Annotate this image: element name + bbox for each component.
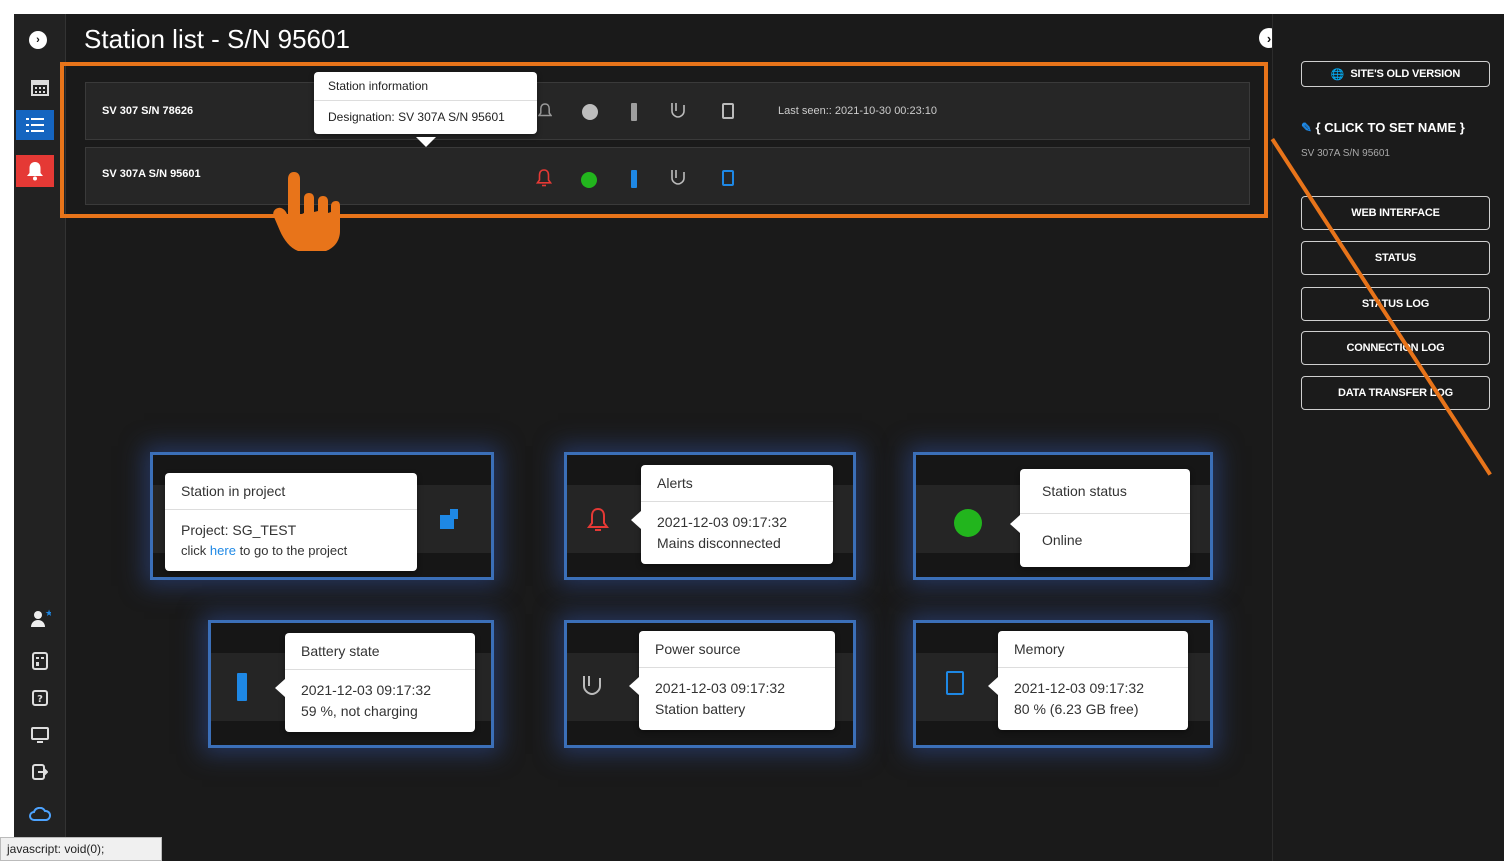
tooltip-arrow <box>416 137 436 147</box>
battery-icon <box>631 170 637 188</box>
svg-text:★: ★ <box>45 609 51 619</box>
status-callout: Station status Online <box>913 452 1213 580</box>
project-hint-rest: to go to the project <box>239 543 348 558</box>
alerts-tooltip: Alerts 2021-12-03 09:17:32 Mains disconn… <box>631 465 833 564</box>
battery-callout: Battery state 2021-12-03 09:17:32 59 %, … <box>208 620 494 748</box>
tooltip-body: 2021-12-03 09:17:32 Mains disconnected <box>641 502 833 564</box>
globe-icon: 🌐 <box>1330 68 1345 81</box>
station-row[interactable]: SV 307 S/N 78626 Last seen:: 2021-10-30 … <box>85 82 1250 140</box>
page-title: Station list - S/N 95601 <box>84 24 350 54</box>
site-serial: SV 307A S/N 95601 <box>1301 148 1390 159</box>
memory-callout: Memory 2021-12-03 09:17:32 80 % (6.23 GB… <box>913 620 1213 748</box>
tooltip-body: 2021-12-03 09:17:32 Station battery <box>639 668 835 730</box>
status-log-button[interactable]: STATUS LOG <box>1301 287 1490 321</box>
memory-time: 2021-12-03 09:17:32 <box>1014 680 1144 696</box>
tooltip-value: SV 307A S/N 95601 <box>398 110 505 124</box>
logout-icon[interactable] <box>14 757 66 787</box>
cloud-icon[interactable] <box>14 799 66 829</box>
browser-status-bar: javascript: void(0); <box>0 837 162 861</box>
pencil-icon: ✎ <box>1301 120 1312 135</box>
project-callout: Station in project Project: SG_TEST clic… <box>150 452 494 580</box>
power-plug-icon <box>671 103 685 118</box>
tooltip-header: Battery state <box>285 633 475 670</box>
calendar-icon[interactable] <box>14 72 66 102</box>
power-plug-icon <box>671 170 685 185</box>
battery-level: 59 %, not charging <box>301 703 418 719</box>
power-callout: Power source 2021-12-03 09:17:32 Station… <box>564 620 856 748</box>
memory-icon <box>722 170 734 186</box>
connection-log-button[interactable]: CONNECTION LOG <box>1301 331 1490 365</box>
tooltip-header: Power source <box>639 631 835 668</box>
alerts-callout: Alerts 2021-12-03 09:17:32 Mains disconn… <box>564 452 856 580</box>
power-plug-icon <box>583 676 601 696</box>
tooltip-body: Online <box>1042 532 1083 548</box>
document-icon[interactable] <box>14 646 66 676</box>
data-transfer-log-button[interactable]: DATA TRANSFER LOG <box>1301 376 1490 410</box>
station-row[interactable]: SV 307A S/N 95601 <box>85 147 1250 205</box>
station-name: SV 307 S/N 78626 <box>102 105 194 117</box>
old-version-button[interactable]: 🌐 SITE'S OLD VERSION <box>1301 61 1490 87</box>
tooltip-header: Alerts <box>641 465 833 502</box>
project-link-icon <box>440 509 458 529</box>
tooltip-body: Designation: SV 307A S/N 95601 <box>314 101 537 134</box>
battery-icon <box>631 103 637 121</box>
alert-bell-icon <box>536 169 552 187</box>
station-info-tooltip: Station information Designation: SV 307A… <box>314 72 537 135</box>
battery-time: 2021-12-03 09:17:32 <box>301 682 431 698</box>
right-panel <box>1272 14 1504 861</box>
memory-icon <box>946 671 964 695</box>
project-label: Project: <box>181 522 229 538</box>
tooltip-header: Station in project <box>165 473 417 510</box>
tooltip-body: 2021-12-03 09:17:32 59 %, not charging <box>285 670 475 732</box>
alert-bell-icon[interactable] <box>16 155 54 187</box>
last-seen-text: Last seen:: 2021-10-30 00:23:10 <box>778 105 938 117</box>
alert-time: 2021-12-03 09:17:32 <box>657 514 787 530</box>
project-link[interactable]: here <box>210 543 236 558</box>
status-button[interactable]: STATUS <box>1301 241 1490 275</box>
site-name-editor[interactable]: ✎ { CLICK TO SET NAME } <box>1301 120 1465 136</box>
tooltip-label: Designation: <box>328 110 395 124</box>
status-tooltip: Station status Online <box>1010 469 1190 567</box>
project-hint: click <box>181 543 207 558</box>
svg-text:?: ? <box>37 694 43 705</box>
status-dot-icon <box>582 104 598 120</box>
station-list-icon[interactable] <box>16 110 54 140</box>
old-version-label: SITE'S OLD VERSION <box>1350 68 1461 80</box>
tooltip-header: Memory <box>998 631 1188 668</box>
power-time: 2021-12-03 09:17:32 <box>655 680 785 696</box>
status-dot-icon <box>954 509 982 537</box>
memory-icon <box>722 103 734 119</box>
monitor-icon[interactable] <box>14 720 66 750</box>
battery-icon <box>237 673 247 701</box>
power-tooltip: Power source 2021-12-03 09:17:32 Station… <box>629 631 835 730</box>
tooltip-body: Project: SG_TEST click here to go to the… <box>165 510 417 571</box>
tooltip-header: Station status <box>1020 469 1190 514</box>
alert-bell-icon <box>538 103 552 117</box>
tooltip-body: 2021-12-03 09:17:32 80 % (6.23 GB free) <box>998 668 1188 730</box>
battery-tooltip: Battery state 2021-12-03 09:17:32 59 %, … <box>275 633 475 732</box>
tooltip-header: Station information <box>314 72 537 101</box>
alert-message: Mains disconnected <box>657 535 781 551</box>
site-name-label: { CLICK TO SET NAME } <box>1315 120 1465 135</box>
memory-usage: 80 % (6.23 GB free) <box>1014 701 1139 717</box>
alert-bell-icon <box>587 507 609 531</box>
power-source: Station battery <box>655 701 746 717</box>
memory-tooltip: Memory 2021-12-03 09:17:32 80 % (6.23 GB… <box>988 631 1188 730</box>
sidebar-toggle-button[interactable]: › <box>29 31 47 49</box>
station-name: SV 307A S/N 95601 <box>102 168 201 180</box>
help-icon[interactable]: ? <box>14 683 66 713</box>
pointing-hand-icon <box>273 172 340 251</box>
status-dot-icon <box>581 172 597 188</box>
project-tooltip: Station in project Project: SG_TEST clic… <box>165 473 417 571</box>
project-value: SG_TEST <box>232 522 297 538</box>
user-star-icon[interactable]: ★ <box>14 604 66 634</box>
